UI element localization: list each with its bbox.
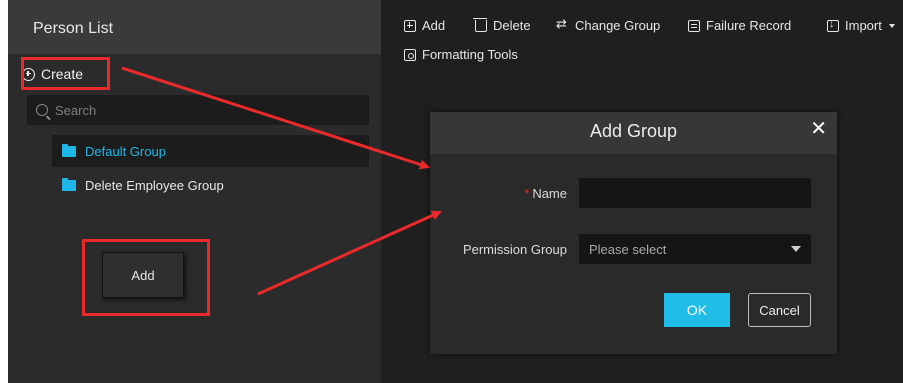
name-field-label: * Name: [470, 186, 567, 201]
toolbar-formatting-tools-label: Formatting Tools: [422, 47, 518, 62]
annotation-box-create: [21, 57, 110, 90]
permission-group-label: Permission Group: [462, 242, 567, 257]
folder-icon: [62, 177, 76, 191]
cancel-button[interactable]: Cancel: [748, 293, 811, 327]
name-input[interactable]: [579, 178, 811, 208]
toolbar-import-button[interactable]: Import: [827, 18, 895, 33]
toolbar-add-label: Add: [422, 18, 446, 33]
search-input[interactable]: [55, 102, 355, 118]
folder-icon: [62, 143, 76, 157]
ok-button[interactable]: OK: [664, 293, 730, 327]
search-icon: [36, 104, 48, 116]
toolbar: Add Delete Change Group Failure Record I…: [381, 0, 903, 66]
dialog-header: Add Group ✕: [430, 112, 837, 154]
add-icon: [404, 19, 416, 32]
chevron-down-icon: [888, 23, 895, 28]
failure-record-icon: [688, 19, 700, 32]
toolbar-delete-button[interactable]: Delete: [473, 17, 531, 33]
dialog-title: Add Group: [589, 121, 678, 141]
permission-group-placeholder: Please select: [589, 241, 667, 257]
group-label: Default Group: [85, 143, 166, 159]
change-group-icon: [556, 16, 569, 32]
toolbar-failure-record-button[interactable]: Failure Record: [688, 18, 791, 33]
annotation-box-add: [82, 239, 210, 316]
group-label: Delete Employee Group: [85, 177, 224, 193]
trash-icon: [473, 17, 487, 32]
person-list-header: Person List: [8, 0, 381, 54]
search-box[interactable]: [27, 95, 369, 125]
toolbar-formatting-tools-button[interactable]: Formatting Tools: [404, 47, 518, 62]
toolbar-add-button[interactable]: Add: [404, 18, 445, 33]
close-icon[interactable]: ✕: [810, 119, 827, 139]
formatting-tools-icon: [404, 48, 416, 61]
group-item-default[interactable]: Default Group: [52, 135, 369, 167]
import-icon: [827, 18, 839, 32]
toolbar-import-label: Import: [845, 18, 882, 33]
dropdown-caret-icon: [791, 246, 801, 252]
group-item-delete-employee[interactable]: Delete Employee Group: [52, 169, 369, 201]
toolbar-change-group-button[interactable]: Change Group: [556, 16, 661, 34]
person-list-title: Person List: [33, 20, 114, 37]
toolbar-delete-label: Delete: [493, 18, 531, 33]
required-mark: *: [524, 186, 530, 201]
permission-group-select[interactable]: Please select: [579, 234, 811, 264]
toolbar-change-group-label: Change Group: [575, 18, 661, 33]
toolbar-failure-record-label: Failure Record: [706, 18, 792, 33]
add-group-dialog: Add Group ✕ * Name Permission Group Pleas…: [430, 112, 837, 354]
name-label-text: Name: [532, 186, 567, 201]
